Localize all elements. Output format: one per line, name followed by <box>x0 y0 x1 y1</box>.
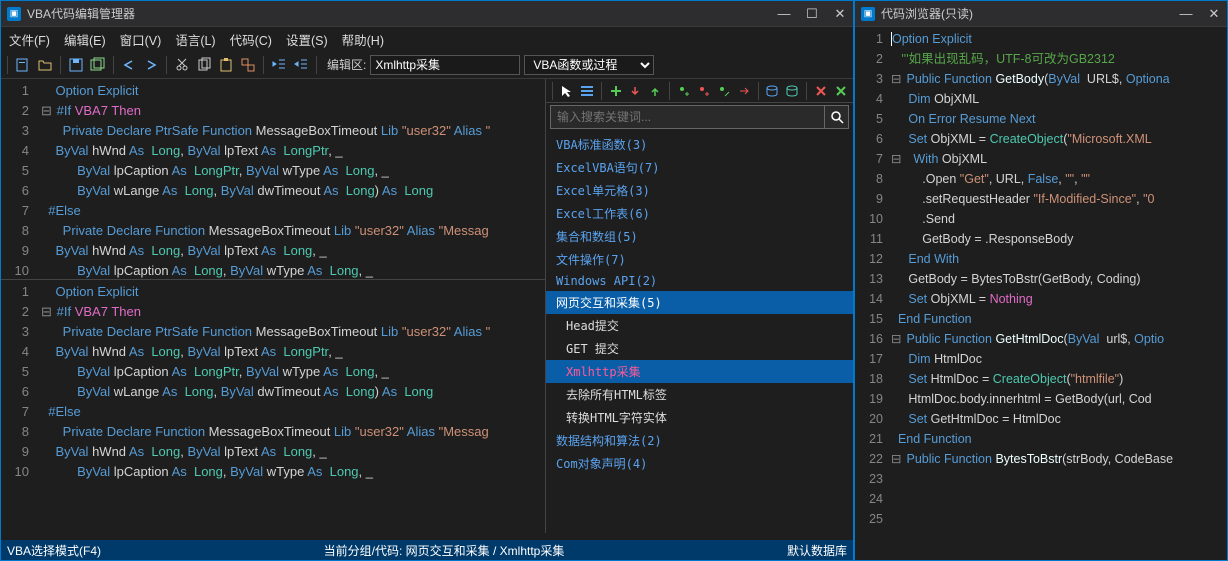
move-red-icon[interactable] <box>736 83 752 99</box>
edit-area-field[interactable] <box>370 55 520 75</box>
right-panel: ▣ 代码浏览器(只读) — ✕ 123456789101112131415161… <box>854 0 1228 561</box>
menu-language[interactable]: 语言(L) <box>175 30 215 49</box>
tree-item[interactable]: Excel单元格(3) <box>546 179 853 202</box>
redo-icon[interactable] <box>142 56 160 74</box>
menubar: 文件(F) 编辑(E) 窗口(V) 语言(L) 代码(C) 设置(S) 帮助(H… <box>1 27 853 51</box>
tree-sub-item[interactable]: Xmlhttp采集 <box>546 360 853 383</box>
add-node-red-icon[interactable] <box>696 83 712 99</box>
search-input[interactable] <box>551 106 824 128</box>
status-bar: VBA选择模式(F4) 当前分组/代码: 网页交互和采集 / Xmlhttp采集… <box>1 540 853 560</box>
right-titlebar: ▣ 代码浏览器(只读) — ✕ <box>855 1 1227 27</box>
tree-item[interactable]: ExcelVBA语句(7) <box>546 156 853 179</box>
menu-edit[interactable]: 编辑(E) <box>64 30 106 49</box>
down-red-icon[interactable] <box>628 83 644 99</box>
close-button[interactable]: ✕ <box>833 7 847 21</box>
select-icon[interactable] <box>559 83 575 99</box>
tree-item[interactable]: 网页交互和采集(5) <box>546 291 853 314</box>
add-node-green-icon[interactable] <box>676 83 692 99</box>
menu-file[interactable]: 文件(F) <box>9 30 50 49</box>
menu-help[interactable]: 帮助(H) <box>342 30 384 49</box>
indent-icon[interactable] <box>292 56 310 74</box>
tree-item[interactable]: Excel工作表(6) <box>546 202 853 225</box>
editors-area: 12345678910 Option Explicit⊟ #If VBA7 Th… <box>1 79 853 540</box>
tree-item[interactable]: 数据结构和算法(2) <box>546 429 853 452</box>
paste-icon[interactable] <box>217 56 235 74</box>
maximize-button[interactable]: ☐ <box>805 7 819 21</box>
window-controls: — ☐ ✕ <box>777 7 847 21</box>
tree-item[interactable]: Com对象声明(4) <box>546 452 853 475</box>
delete-green-icon[interactable] <box>833 83 849 99</box>
menu-window[interactable]: 窗口(V) <box>120 30 162 49</box>
delete-red-icon[interactable] <box>813 83 829 99</box>
replace-icon[interactable] <box>239 56 257 74</box>
menu-code[interactable]: 代码(C) <box>230 30 272 49</box>
status-right: 默认数据库 <box>787 542 847 559</box>
copy-icon[interactable] <box>195 56 213 74</box>
new-icon[interactable] <box>14 56 32 74</box>
tree-sub-item[interactable]: GET 提交 <box>546 337 853 360</box>
gutter-bottom: 12345678910 <box>1 280 37 488</box>
edit-area-label: 编辑区: <box>327 56 366 73</box>
menu-settings[interactable]: 设置(S) <box>286 30 328 49</box>
main-toolbar: 编辑区: VBA函数或过程 <box>1 51 853 79</box>
right-code[interactable]: Option Explicit '''如果出现乱码，UTF-8可改为GB2312… <box>889 27 1227 560</box>
left-title: VBA代码编辑管理器 <box>27 5 777 22</box>
tree-sub-item[interactable]: Head提交 <box>546 314 853 337</box>
r-minimize-button[interactable]: — <box>1179 7 1193 21</box>
outdent-icon[interactable] <box>270 56 288 74</box>
side-toolbar <box>546 79 853 103</box>
open-icon[interactable] <box>36 56 54 74</box>
right-gutter: 1234567891011121314151617181920212223242… <box>855 27 889 560</box>
left-titlebar: ▣ VBA代码编辑管理器 — ☐ ✕ <box>1 1 853 27</box>
side-panel: VBA标准函数(3)ExcelVBA语句(7)Excel单元格(3)Excel工… <box>545 79 853 533</box>
search-box <box>550 105 849 129</box>
status-mid: 当前分组/代码: 网页交互和采集 / Xmlhttp采集 <box>324 542 565 559</box>
type-dropdown[interactable]: VBA函数或过程 <box>524 55 654 75</box>
tree-item[interactable]: 集合和数组(5) <box>546 225 853 248</box>
tree-item[interactable]: VBA标准函数(3) <box>546 133 853 156</box>
status-left: VBA选择模式(F4) <box>7 542 101 559</box>
tree-view[interactable]: VBA标准函数(3)ExcelVBA语句(7)Excel单元格(3)Excel工… <box>546 131 853 533</box>
list-blue-icon[interactable] <box>579 83 595 99</box>
tree-item[interactable]: Windows API(2) <box>546 271 853 291</box>
tree-sub-item[interactable]: 转换HTML字符实体 <box>546 406 853 429</box>
saveall-icon[interactable] <box>89 56 107 74</box>
r-close-button[interactable]: ✕ <box>1207 7 1221 21</box>
search-button[interactable] <box>824 106 848 128</box>
app-logo-icon: ▣ <box>7 7 21 21</box>
cut-icon[interactable] <box>173 56 191 74</box>
db-teal-icon[interactable] <box>784 83 800 99</box>
tree-item[interactable]: 文件操作(7) <box>546 248 853 271</box>
edit-node-icon[interactable] <box>716 83 732 99</box>
right-editor: 1234567891011121314151617181920212223242… <box>855 27 1227 560</box>
add-green-icon[interactable] <box>608 83 624 99</box>
tree-sub-item[interactable]: 去除所有HTML标签 <box>546 383 853 406</box>
db-blue-icon[interactable] <box>765 83 781 99</box>
save-icon[interactable] <box>67 56 85 74</box>
browser-logo-icon: ▣ <box>861 7 875 21</box>
gutter-top: 12345678910 <box>1 79 37 279</box>
undo-icon[interactable] <box>120 56 138 74</box>
left-panel: ▣ VBA代码编辑管理器 — ☐ ✕ 文件(F) 编辑(E) 窗口(V) 语言(… <box>0 0 854 561</box>
up-green-icon[interactable] <box>647 83 663 99</box>
right-title: 代码浏览器(只读) <box>881 5 1179 22</box>
minimize-button[interactable]: — <box>777 7 791 21</box>
